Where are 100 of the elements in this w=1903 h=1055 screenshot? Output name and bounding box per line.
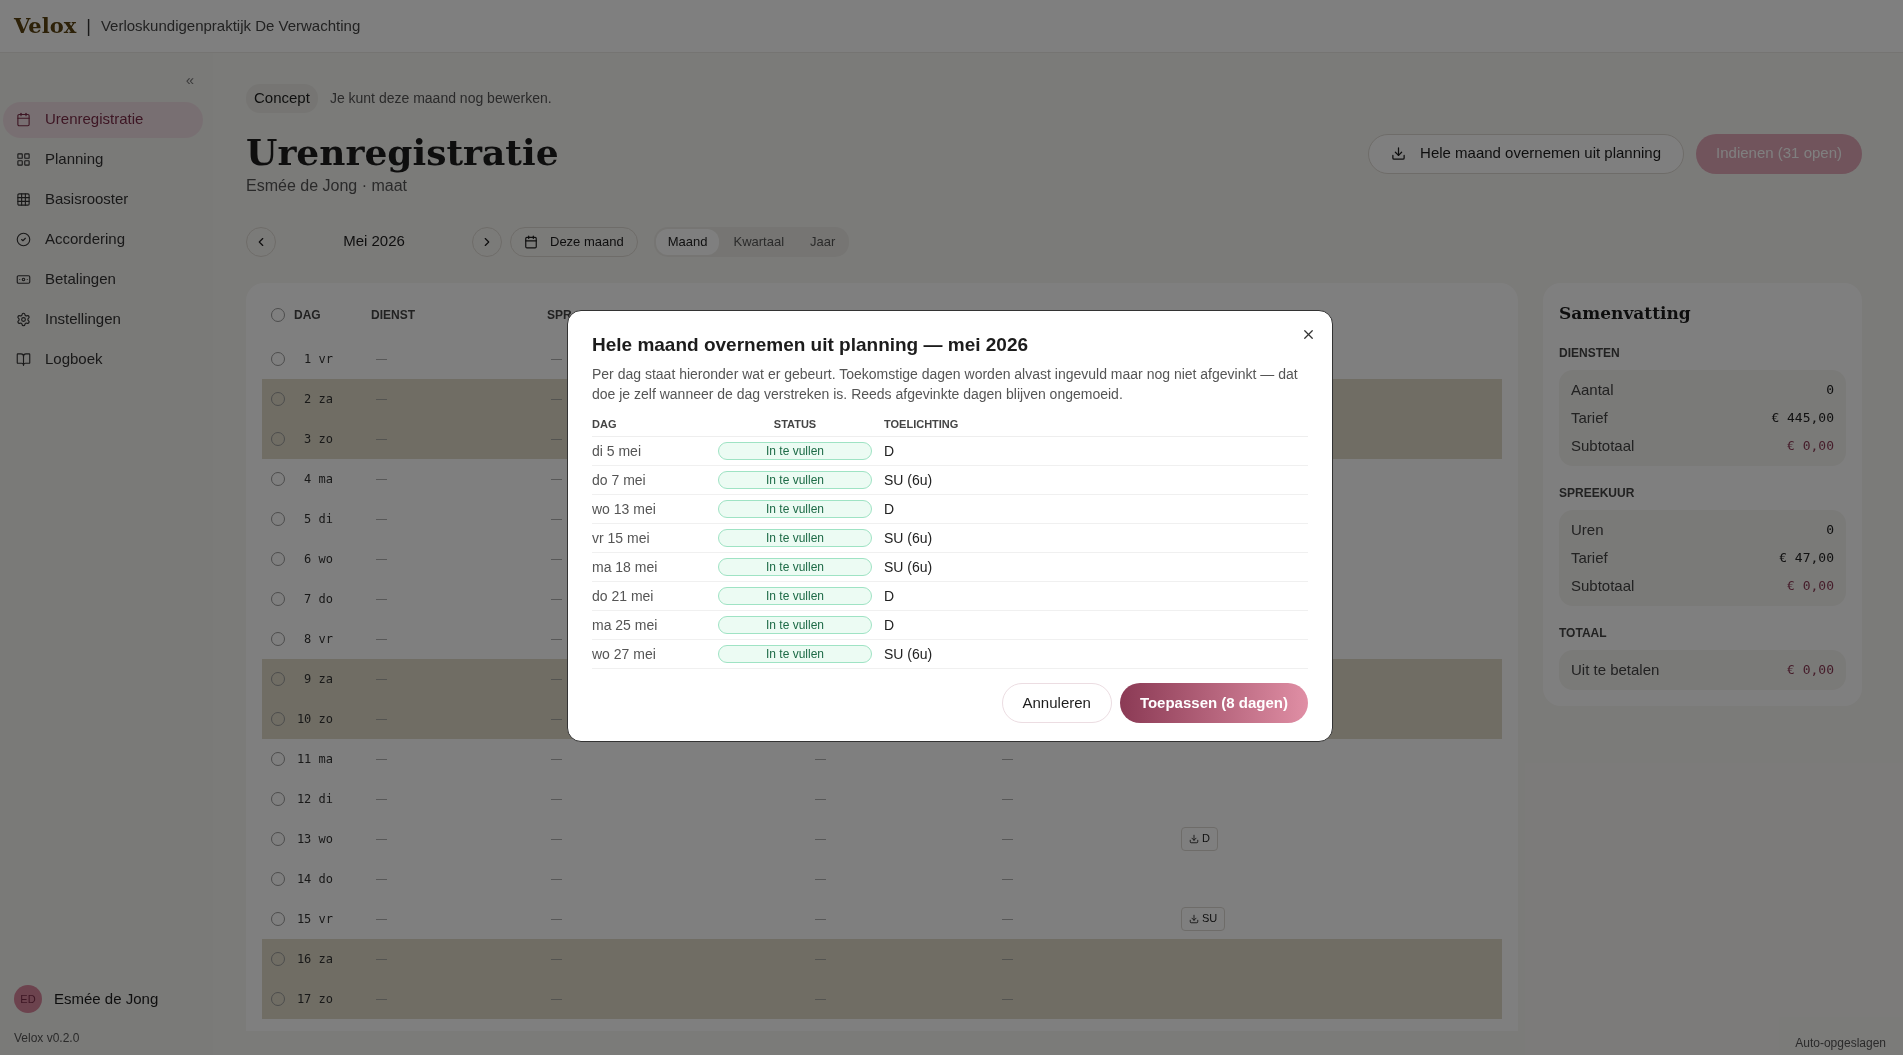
user-name: Esmée de Jong <box>54 988 159 1009</box>
table-icon <box>16 192 31 207</box>
table-cell-text: — <box>1002 751 1013 767</box>
table-cell-text: — <box>376 351 387 367</box>
day-cell-text: 1 vr <box>303 350 333 368</box>
table-cell-text: — <box>376 591 387 607</box>
table-cell-text: — <box>1002 791 1013 807</box>
summary-value: 0 <box>1826 381 1834 400</box>
summary-label: Subtotaal <box>1571 435 1635 456</box>
view-tab[interactable]: Maand <box>655 228 720 255</box>
table-cell-text: — <box>376 631 387 647</box>
status-badge: In te vullen <box>718 645 872 663</box>
day-cell-text: 3 zo <box>303 430 333 448</box>
view-tab[interactable]: Jaar <box>798 228 848 255</box>
table-cell-text: — <box>551 431 562 447</box>
note-cell-text: D <box>884 615 895 635</box>
summary-label: Tarief <box>1571 547 1608 568</box>
table-cell-text: — <box>376 911 387 927</box>
table-cell-text: — <box>815 831 826 847</box>
cancel-button[interactable]: Annuleren <box>1001 683 1112 723</box>
book-icon <box>16 352 31 367</box>
summary-label: Uit te betalen <box>1571 659 1660 680</box>
table-cell-text: — <box>376 511 387 527</box>
month-label: Mei 2026 <box>342 231 406 252</box>
table-cell-text: — <box>1002 991 1013 1007</box>
column-header: DAG <box>592 416 618 432</box>
summary-value: 0 <box>1826 521 1834 540</box>
status-badge: In te vullen <box>718 442 872 460</box>
table-cell-text: — <box>815 871 826 887</box>
table-cell-text: — <box>551 551 562 567</box>
note-cell-text: SU (6u) <box>884 528 933 548</box>
table-cell-text: — <box>551 711 562 727</box>
sidebar-item[interactable]: Accordering <box>3 221 203 258</box>
summary-value: € 0,00 <box>1787 437 1834 456</box>
day-cell-text: vr 15 mei <box>592 528 651 548</box>
day-cell-text: do 21 mei <box>592 586 655 606</box>
table-cell-text: — <box>551 911 562 927</box>
status-badge: In te vullen <box>718 558 872 576</box>
view-tab[interactable]: Kwartaal <box>721 228 797 255</box>
version-label: Velox v0.2.0 <box>13 1030 81 1047</box>
table-cell-text: — <box>815 951 826 967</box>
table-cell-text: — <box>815 991 826 1007</box>
note-cell-text: SU (6u) <box>884 470 933 490</box>
table-cell-text: — <box>551 671 562 687</box>
table-cell-text: — <box>1002 951 1013 967</box>
table-cell-text: — <box>815 791 826 807</box>
close-button[interactable] <box>1301 327 1316 342</box>
sidebar-item[interactable]: Instellingen <box>3 301 203 338</box>
table-cell-text: — <box>376 791 387 807</box>
summary-value: € 0,00 <box>1787 661 1834 680</box>
table-cell-text: — <box>551 791 562 807</box>
column-header: DAG <box>294 306 322 324</box>
column-header: STATUS <box>772 416 818 432</box>
download-icon <box>1391 146 1407 161</box>
table-cell-text: — <box>551 471 562 487</box>
day-cell-text: 10 zo <box>295 710 333 728</box>
logo: Velox <box>14 12 77 41</box>
sidebar-item[interactable]: Basisrooster <box>3 181 203 218</box>
table-cell-text: — <box>551 831 562 847</box>
apply-button[interactable]: Toepassen (8 dagen) <box>1119 683 1308 723</box>
day-cell-text: ma 18 mei <box>592 557 659 577</box>
day-cell-text: 16 za <box>295 950 333 968</box>
calendar-icon <box>16 112 31 127</box>
dialog-title: Hele maand overnemen uit planning — mei 2026 <box>592 333 1030 357</box>
status-note: Je kunt deze maand nog bewerken. <box>329 88 552 108</box>
day-cell-text: wo 13 mei <box>592 499 657 519</box>
settings-icon <box>16 312 31 327</box>
note-cell-text: D <box>884 499 895 519</box>
status-badge: In te vullen <box>718 587 872 605</box>
download-icon <box>1189 913 1199 924</box>
table-cell-text: — <box>551 351 562 367</box>
sidebar-item[interactable]: Planning <box>3 141 203 178</box>
column-header: DIENST <box>371 306 416 324</box>
day-cell-text: 11 ma <box>295 750 333 768</box>
day-cell-text: di 5 mei <box>592 441 643 461</box>
table-cell-text: — <box>376 711 387 727</box>
import-month-button[interactable]: Hele maand overnemen uit planning <box>1368 133 1685 174</box>
import-day-button[interactable]: SU <box>1181 906 1226 931</box>
column-header: TOELICHTING <box>884 416 959 432</box>
day-cell-text: 17 zo <box>295 990 333 1008</box>
table-cell-text: — <box>376 991 387 1007</box>
collapse-button[interactable]: « <box>185 69 194 92</box>
sidebar-item[interactable]: Betalingen <box>3 261 203 298</box>
sidebar-item[interactable]: Logboek <box>3 341 203 378</box>
table-cell-text: — <box>376 831 387 847</box>
sidebar-item[interactable]: Urenregistratie <box>3 101 203 138</box>
autosave-status: Auto-opgeslagen <box>1795 1035 1886 1052</box>
day-cell-text: 6 wo <box>303 550 333 568</box>
table-cell-text: — <box>1002 831 1013 847</box>
page-subtitle: Esmée de Jong · maat <box>246 175 408 196</box>
table-cell-text: — <box>1002 911 1013 927</box>
day-cell-text: 4 ma <box>303 470 333 488</box>
day-cell-text: 2 za <box>303 390 333 408</box>
table-cell-text: — <box>376 871 387 887</box>
day-cell-text: 14 do <box>295 870 333 888</box>
import-day-button[interactable]: D <box>1181 826 1218 851</box>
status-badge: In te vullen <box>718 500 872 518</box>
section-heading: TOTAAL <box>1559 625 1608 642</box>
day-cell-text: 13 wo <box>295 830 333 848</box>
summary-value: € 47,00 <box>1779 549 1834 568</box>
